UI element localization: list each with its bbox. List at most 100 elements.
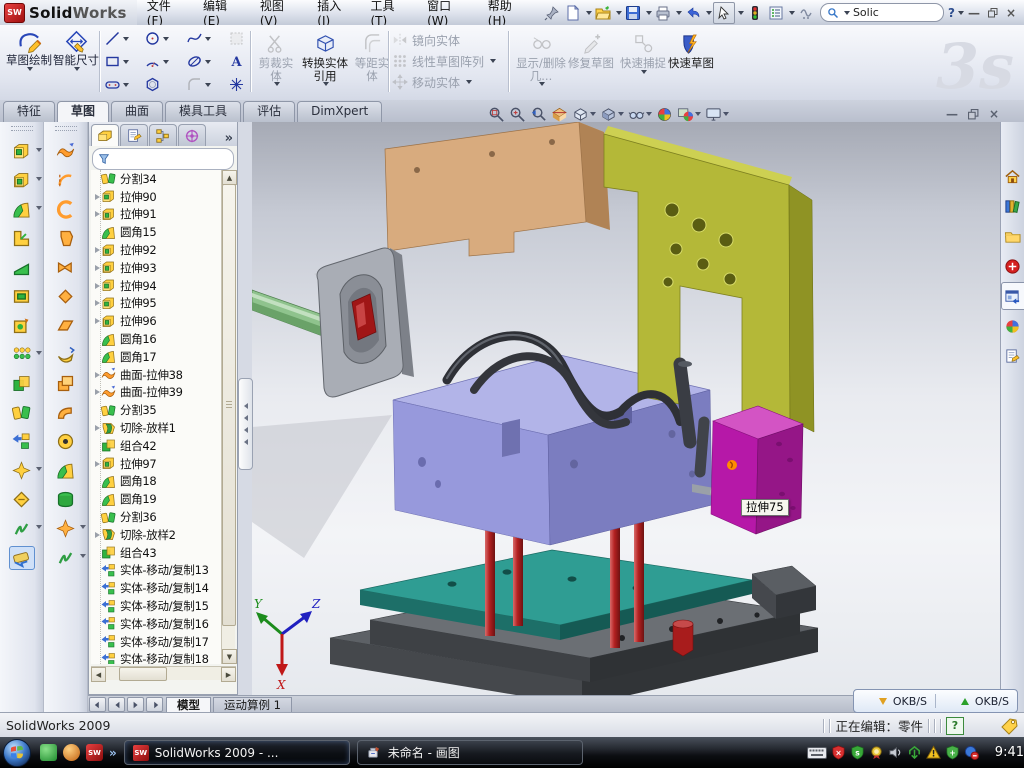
tab-评估[interactable]: 评估: [243, 101, 295, 122]
lofted-boss-button[interactable]: [10, 256, 34, 278]
open-icon[interactable]: [593, 3, 613, 23]
expand-arrow-icon[interactable]: [93, 461, 101, 467]
part-top-plate-tan[interactable]: [385, 122, 610, 256]
scroll-left-button[interactable]: ◀: [91, 667, 106, 682]
boundary-surface-button[interactable]: [54, 256, 78, 278]
view-palette-button[interactable]: [1001, 282, 1024, 310]
tree-item-实体-移动/复制14[interactable]: 实体-移动/复制14: [91, 579, 223, 597]
tree-item-圆角17[interactable]: 圆角17: [91, 348, 223, 366]
next-tab-button[interactable]: [127, 697, 144, 712]
scroll-up-button[interactable]: ▲: [222, 170, 237, 185]
move-copy-body-button[interactable]: [10, 430, 34, 452]
dropdown-caret-icon[interactable]: [706, 11, 712, 15]
security-alert-tray-icon[interactable]: ×: [831, 745, 846, 760]
doc-minimize-button[interactable]: —: [946, 107, 958, 121]
taskbar-button-solidworks[interactable]: SW SolidWorks 2009 - ...: [124, 740, 350, 765]
messenger-busy-tray-icon[interactable]: [964, 745, 979, 760]
dropdown-caret-icon[interactable]: [36, 525, 42, 529]
toolbar-grip[interactable]: [11, 126, 33, 131]
dropdown-caret-icon[interactable]: [539, 82, 545, 86]
apply-scene-button[interactable]: [677, 106, 701, 123]
offset-surface-button[interactable]: [54, 372, 78, 394]
tree-item-切除-放样1[interactable]: 切除-放样1: [91, 419, 223, 437]
expand-arrow-icon[interactable]: [93, 194, 101, 200]
dropdown-caret-icon[interactable]: [466, 80, 472, 84]
filled-surface-button[interactable]: [54, 285, 78, 307]
tree-item-拉伸91[interactable]: 拉伸91: [91, 206, 223, 224]
spline-tool[interactable]: [186, 27, 228, 50]
tree-item-拉伸92[interactable]: 拉伸92: [91, 241, 223, 259]
scroll-right-button[interactable]: ▶: [221, 667, 236, 682]
tree-item-拉伸95[interactable]: 拉伸95: [91, 295, 223, 313]
dropdown-caret-icon[interactable]: [123, 37, 129, 41]
dropdown-caret-icon[interactable]: [123, 83, 129, 87]
previous-tab-button[interactable]: [108, 697, 125, 712]
tab-模具工具[interactable]: 模具工具: [165, 101, 241, 122]
extruded-boss-button[interactable]: [10, 140, 34, 162]
media-icon[interactable]: [63, 744, 80, 761]
button-快速捕捉[interactable]: 快速捕捉: [620, 33, 666, 74]
expand-arrow-icon[interactable]: [93, 283, 101, 289]
tab-运动算例 1[interactable]: 运动算例 1: [213, 697, 292, 713]
dropdown-caret-icon[interactable]: [74, 67, 80, 71]
expand-arrow-icon[interactable]: [93, 389, 101, 395]
section-view-button[interactable]: [551, 106, 568, 123]
dropdown-caret-icon[interactable]: [618, 112, 624, 116]
tree-item-组合42[interactable]: 组合42: [91, 437, 223, 455]
rectangle-tool[interactable]: [104, 50, 144, 73]
dropdown-caret-icon[interactable]: [80, 554, 86, 558]
tree-item-组合43[interactable]: 组合43: [91, 544, 223, 562]
dropdown-caret-icon[interactable]: [590, 112, 596, 116]
button-移动实体[interactable]: 移动实体: [392, 73, 496, 91]
sketch-fillet-tool[interactable]: [186, 73, 228, 96]
close-button[interactable]: ×: [1006, 7, 1016, 19]
menu-item-窗口(W)[interactable]: 窗口(W): [417, 0, 478, 28]
freeform-surface-button[interactable]: [54, 546, 78, 568]
dropdown-caret-icon[interactable]: [123, 60, 129, 64]
combine-bodies-button[interactable]: [10, 372, 34, 394]
panel-splitter-handle[interactable]: [238, 378, 253, 470]
ellipse-tool[interactable]: [186, 50, 228, 73]
knit-surface-button[interactable]: [54, 488, 78, 510]
dropdown-caret-icon[interactable]: [36, 148, 42, 152]
revolved-surface-button[interactable]: [54, 169, 78, 191]
tree-item-圆角15[interactable]: 圆角15: [91, 223, 223, 241]
tab-DimXpert[interactable]: DimXpert: [297, 101, 382, 122]
solidworks-quicklaunch-icon[interactable]: SW: [86, 744, 103, 761]
dropdown-caret-icon[interactable]: [616, 11, 622, 15]
tab-草图[interactable]: 草图: [57, 101, 109, 122]
shell-button[interactable]: [10, 285, 34, 307]
hole-wizard-button[interactable]: [10, 314, 34, 336]
tree-item-拉伸97[interactable]: 拉伸97: [91, 455, 223, 473]
menu-item-帮助(H)[interactable]: 帮助(H): [478, 0, 536, 28]
edit-appearance-button[interactable]: [656, 106, 673, 123]
tree-vertical-scrollbar[interactable]: ▲ ▼: [221, 170, 235, 664]
expand-arrow-icon[interactable]: [93, 247, 101, 253]
zoom-to-area-button[interactable]: [509, 106, 526, 123]
toolbar-grip[interactable]: [55, 126, 77, 131]
tree-item-圆角16[interactable]: 圆角16: [91, 330, 223, 348]
button-修复草图[interactable]: 修复草图: [568, 33, 614, 70]
help-caret-icon[interactable]: [958, 11, 964, 15]
part-clamp-block-gray[interactable]: [314, 248, 414, 397]
tree-item-曲面-拉伸39[interactable]: 曲面-拉伸39: [91, 384, 223, 402]
tree-item-分割35[interactable]: 分割35: [91, 401, 223, 419]
fm-tabs-overflow[interactable]: »: [225, 131, 233, 146]
quicklaunch-overflow[interactable]: »: [109, 746, 117, 760]
surface-fillet-button[interactable]: [54, 459, 78, 481]
button-快速草图[interactable]: 快速草图: [668, 33, 714, 70]
tree-item-实体-移动/复制18[interactable]: 实体-移动/复制18: [91, 651, 223, 664]
antivirus-tray-icon[interactable]: s: [850, 745, 865, 760]
dropdown-caret-icon[interactable]: [36, 467, 42, 471]
dropdown-caret-icon[interactable]: [205, 37, 211, 41]
dropdown-caret-icon[interactable]: [80, 525, 86, 529]
button-智能尺寸[interactable]: 智能尺寸: [53, 28, 99, 94]
tree-filter-input[interactable]: [92, 148, 234, 170]
tree-item-实体-移动/复制17[interactable]: 实体-移动/复制17: [91, 633, 223, 651]
doc-restore-button[interactable]: [968, 109, 979, 120]
dropdown-caret-icon[interactable]: [490, 59, 496, 63]
text-tool[interactable]: A: [228, 50, 256, 73]
delete-face-button[interactable]: [54, 430, 78, 452]
dropdown-caret-icon[interactable]: [205, 83, 211, 87]
freeform-button[interactable]: [10, 517, 34, 539]
